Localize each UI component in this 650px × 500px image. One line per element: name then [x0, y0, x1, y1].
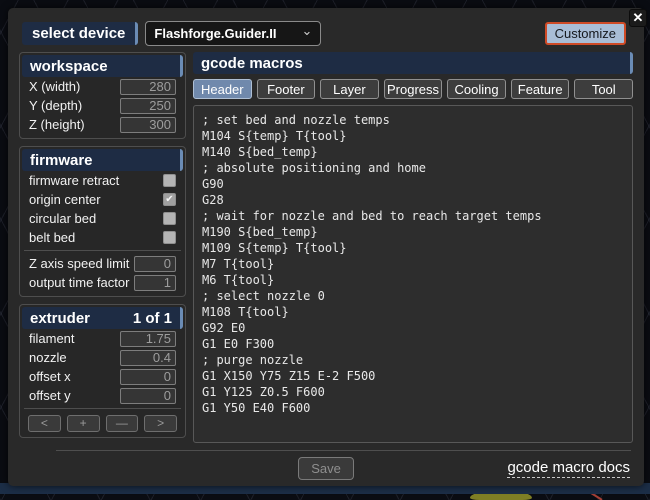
z-speed-limit-input[interactable] [134, 256, 176, 272]
x-width-label: X (width) [29, 79, 80, 94]
workspace-panel: workspace X (width) Y (depth) Z (height) [19, 52, 186, 139]
offset-y-input[interactable] [120, 388, 176, 404]
gcode-macros-section: gcode macros Header Footer Layer Progres… [193, 52, 633, 443]
gcode-editor[interactable]: ; set bed and nozzle temps M104 S{temp} … [193, 105, 633, 443]
field-row-output-time-factor: output time factor [22, 273, 183, 292]
field-row-nozzle: nozzle [22, 348, 183, 367]
offset-y-label: offset y [29, 388, 71, 403]
origin-center-label: origin center [29, 192, 101, 207]
extruder-add-button[interactable]: + [67, 415, 100, 432]
checkbox-row-firmware-retract: firmware retract ✔ [22, 171, 183, 190]
output-time-factor-label: output time factor [29, 275, 129, 290]
dialog-top-bar: select device Flashforge.Guider.II ⌄ Cus… [8, 8, 644, 52]
field-row-offset-x: offset x [22, 367, 183, 386]
tab-layer[interactable]: Layer [320, 79, 379, 99]
tab-feature[interactable]: Feature [511, 79, 570, 99]
y-depth-input[interactable] [120, 98, 176, 114]
firmware-divider [24, 250, 181, 251]
dialog-main: workspace X (width) Y (depth) Z (height) [8, 52, 644, 443]
extruder-panel-header: extruder 1 of 1 [22, 307, 183, 329]
gcode-macros-title: gcode macros [201, 55, 303, 72]
checkbox-row-origin-center: origin center ✔ [22, 190, 183, 209]
firmware-retract-label: firmware retract [29, 173, 119, 188]
offset-x-input[interactable] [120, 369, 176, 385]
save-button[interactable]: Save [298, 457, 354, 480]
footer-right-zone: gcode macro docs [354, 459, 630, 478]
gcode-macros-header: gcode macros [193, 52, 633, 74]
extruder-title: extruder [30, 310, 90, 327]
z-height-label: Z (height) [29, 117, 85, 132]
field-row-y-depth: Y (depth) [22, 96, 183, 115]
settings-sidebar: workspace X (width) Y (depth) Z (height) [19, 52, 186, 438]
tab-header[interactable]: Header [193, 79, 252, 99]
checkbox-row-circular-bed: circular bed ✔ [22, 209, 183, 228]
tab-progress[interactable]: Progress [384, 79, 443, 99]
extruder-panel: extruder 1 of 1 filament nozzle offset x… [19, 304, 186, 438]
firmware-panel-header: firmware [22, 149, 183, 171]
tab-cooling[interactable]: Cooling [447, 79, 506, 99]
workspace-title: workspace [30, 58, 108, 75]
y-depth-label: Y (depth) [29, 98, 82, 113]
extruder-divider [24, 408, 181, 409]
close-icon[interactable]: ✕ [629, 9, 647, 27]
filament-input[interactable] [120, 331, 176, 347]
origin-center-checkbox[interactable]: ✔ [163, 193, 176, 206]
extruder-next-button[interactable]: > [144, 415, 177, 432]
chevron-down-icon: ⌄ [302, 23, 313, 39]
firmware-title: firmware [30, 152, 93, 169]
device-dropdown[interactable]: Flashforge.Guider.II ⌄ [145, 21, 321, 46]
output-time-factor-input[interactable] [134, 275, 176, 291]
extruder-stepper-row: < + — > [22, 412, 183, 433]
field-row-z-speed-limit: Z axis speed limit [22, 254, 183, 273]
field-row-filament: filament [22, 329, 183, 348]
extruder-count: 1 of 1 [133, 310, 172, 327]
firmware-retract-checkbox[interactable]: ✔ [163, 174, 176, 187]
belt-bed-checkbox[interactable]: ✔ [163, 231, 176, 244]
customize-button[interactable]: Customize [545, 22, 626, 45]
workspace-panel-header: workspace [22, 55, 183, 77]
nozzle-label: nozzle [29, 350, 67, 365]
circular-bed-label: circular bed [29, 211, 96, 226]
gcode-macro-tabs: Header Footer Layer Progress Cooling Fea… [193, 79, 633, 99]
field-row-x-width: X (width) [22, 77, 183, 96]
belt-bed-label: belt bed [29, 230, 75, 245]
field-row-offset-y: offset y [22, 386, 183, 405]
select-device-label[interactable]: select device [22, 22, 138, 45]
filament-label: filament [29, 331, 75, 346]
tab-tool[interactable]: Tool [574, 79, 633, 99]
device-settings-dialog: ✕ select device Flashforge.Guider.II ⌄ C… [8, 8, 644, 486]
firmware-panel: firmware firmware retract ✔ origin cente… [19, 146, 186, 297]
device-dropdown-value: Flashforge.Guider.II [154, 26, 276, 41]
circular-bed-checkbox[interactable]: ✔ [163, 212, 176, 225]
extruder-remove-button[interactable]: — [106, 415, 139, 432]
field-row-z-height: Z (height) [22, 115, 183, 134]
z-height-input[interactable] [120, 117, 176, 133]
offset-x-label: offset x [29, 369, 71, 384]
extruder-prev-button[interactable]: < [28, 415, 61, 432]
checkbox-row-belt-bed: belt bed ✔ [22, 228, 183, 247]
tab-footer[interactable]: Footer [257, 79, 316, 99]
nozzle-input[interactable] [120, 350, 176, 366]
dialog-footer: Save gcode macro docs [8, 451, 644, 486]
gcode-macro-docs-link[interactable]: gcode macro docs [507, 459, 630, 478]
z-speed-limit-label: Z axis speed limit [29, 256, 129, 271]
x-width-input[interactable] [120, 79, 176, 95]
